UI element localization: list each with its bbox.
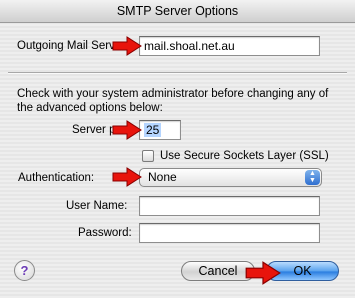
authentication-popup[interactable]: None ▲ ▼ (139, 168, 322, 187)
advanced-options-note: Check with your system administrator bef… (17, 88, 329, 114)
ssl-label[interactable]: Use Secure Sockets Layer (SSL) (160, 148, 329, 164)
username-label: User Name: (66, 200, 128, 212)
red-arrow-icon (245, 261, 281, 285)
authentication-label: Authentication: (18, 172, 95, 184)
red-arrow-icon (112, 120, 142, 140)
authentication-value: None (148, 170, 177, 184)
red-arrow-icon (112, 167, 142, 187)
password-label: Password: (78, 227, 132, 239)
red-arrow-icon (112, 36, 142, 56)
help-button[interactable]: ? (14, 260, 35, 281)
updown-arrows-icon: ▲ ▼ (305, 170, 320, 185)
help-icon: ? (20, 263, 29, 278)
window-title: SMTP Server Options (0, 0, 355, 23)
ssl-checkbox[interactable] (142, 150, 154, 162)
outgoing-mail-server-input[interactable]: mail.shoal.net.au (139, 36, 320, 56)
username-input[interactable] (139, 196, 320, 216)
server-port-value: 25 (144, 123, 162, 137)
password-input[interactable] (139, 223, 320, 243)
section-divider (8, 72, 347, 74)
server-port-input[interactable]: 25 (139, 120, 181, 140)
